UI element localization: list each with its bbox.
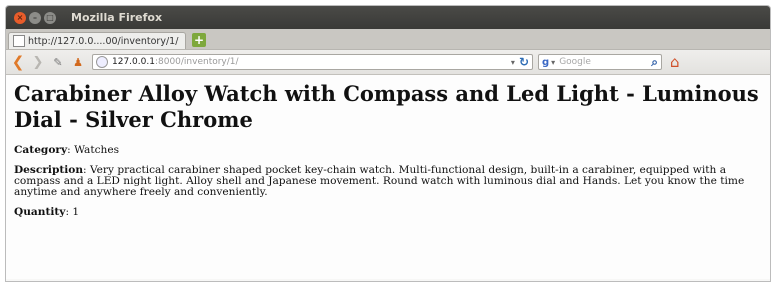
category-label: Category (14, 144, 68, 156)
search-engine-dropdown-icon[interactable]: ▾ (551, 58, 555, 67)
maximize-icon[interactable]: □ (44, 11, 56, 24)
page-content: Carabiner Alloy Watch with Compass and L… (6, 75, 770, 279)
tab-inventory[interactable]: http://127.0.0....00/inventory/1/ (8, 32, 186, 49)
site-identity-icon[interactable] (96, 56, 108, 68)
url-path: :8000/inventory/1/ (154, 57, 239, 67)
category-value: : Watches (67, 144, 120, 156)
window-title: Mozilla Firefox (71, 11, 163, 24)
quantity-row: Quantity: 1 (14, 207, 770, 218)
google-icon[interactable]: g (542, 57, 549, 68)
category-row: Category: Watches (14, 145, 770, 156)
search-icon[interactable]: ⌕ (651, 55, 658, 70)
title-bar: × – □ Mozilla Firefox (6, 6, 770, 29)
minimize-icon[interactable]: – (29, 11, 41, 24)
quantity-label: Quantity (14, 206, 66, 218)
forward-arrow-icon[interactable]: ❯ (30, 54, 46, 70)
description-row: Description: Very practical carabiner sh… (14, 165, 770, 198)
close-icon[interactable]: × (14, 11, 26, 24)
home-icon[interactable]: ⌂ (670, 53, 680, 71)
search-bar[interactable]: g ▾ Google ⌕ (538, 54, 662, 70)
back-arrow-icon[interactable]: ❮ (10, 53, 26, 71)
page-favicon-icon (13, 35, 25, 47)
bookmarks-icon[interactable]: ✎ (50, 54, 66, 70)
new-tab-button[interactable]: + (192, 33, 206, 47)
browser-window: × – □ Mozilla Firefox http://127.0.0....… (5, 5, 771, 282)
url-bar[interactable]: 127.0.0.1 :8000/inventory/1/ ▾ ↻ (92, 54, 533, 70)
reload-icon[interactable]: ↻ (519, 55, 529, 69)
description-value: : Very practical carabiner shaped pocket… (14, 164, 745, 198)
url-host: 127.0.0.1 (112, 57, 155, 67)
identity-icon[interactable]: ♟ (70, 54, 86, 70)
search-input[interactable]: Google (559, 57, 591, 67)
url-dropdown-icon[interactable]: ▾ (511, 58, 515, 67)
tab-label: http://127.0.0....00/inventory/1/ (28, 35, 179, 47)
page-title: Carabiner Alloy Watch with Compass and L… (14, 81, 759, 132)
quantity-value: : 1 (65, 206, 80, 218)
navigation-bar: ❮ ❯ ✎ ♟ 127.0.0.1 :8000/inventory/1/ ▾ ↻… (6, 50, 770, 75)
tab-bar: http://127.0.0....00/inventory/1/ + (6, 29, 770, 50)
